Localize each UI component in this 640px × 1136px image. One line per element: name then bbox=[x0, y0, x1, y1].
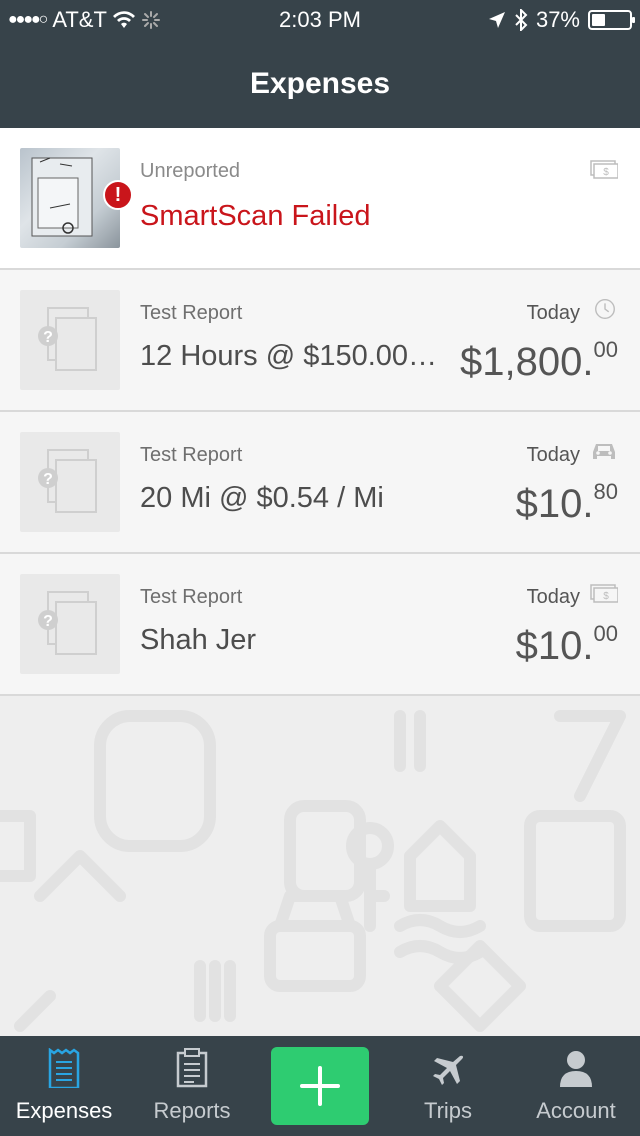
no-receipt-placeholder: ? bbox=[20, 574, 120, 674]
expense-row-hours[interactable]: ? Test Report 12 Hours @ $150.00… Today … bbox=[0, 270, 640, 412]
add-expense-area bbox=[256, 1036, 384, 1136]
tab-reports[interactable]: Reports bbox=[128, 1036, 256, 1136]
expense-report-label: Test Report bbox=[140, 444, 243, 466]
tab-bar: Expenses Reports Trips Account bbox=[0, 1036, 640, 1136]
svg-text:$: $ bbox=[603, 167, 609, 178]
expense-amount: $1,800.00 bbox=[460, 336, 618, 384]
no-receipt-placeholder: ? bbox=[20, 290, 120, 390]
plus-icon bbox=[300, 1066, 340, 1106]
status-bar: ●●●●○ AT&T 2:03 PM 37% bbox=[0, 0, 640, 40]
expense-row-shah-jer[interactable]: ? Test Report Shah Jer Today $ $10.00 bbox=[0, 554, 640, 696]
bluetooth-icon bbox=[515, 9, 528, 31]
cash-icon: $ bbox=[590, 160, 618, 179]
battery-icon bbox=[588, 10, 635, 30]
expense-title: 12 Hours @ $150.00… bbox=[140, 340, 438, 372]
expense-date: Today bbox=[526, 302, 580, 324]
cash-icon: $ bbox=[590, 584, 618, 603]
svg-text:?: ? bbox=[43, 329, 53, 346]
amount-cents: 00 bbox=[593, 336, 618, 362]
receipt-icon bbox=[48, 1048, 80, 1088]
expense-row-smartscan-failed[interactable]: Unreported SmartScan Failed $ bbox=[0, 128, 640, 270]
background-pattern bbox=[0, 710, 626, 1032]
car-icon bbox=[593, 444, 615, 459]
page-title: Expenses bbox=[249, 67, 391, 100]
signal-strength-icon: ●●●●○ bbox=[8, 11, 48, 28]
no-receipt-placeholder: ? bbox=[20, 432, 120, 532]
add-expense-button[interactable] bbox=[271, 1047, 369, 1125]
amount-cents: 00 bbox=[593, 620, 618, 646]
person-icon bbox=[560, 1051, 592, 1087]
report-icon bbox=[176, 1048, 208, 1088]
expense-date: Today bbox=[526, 444, 580, 466]
expense-amount: $10.80 bbox=[515, 478, 618, 526]
tab-trips[interactable]: Trips bbox=[384, 1036, 512, 1136]
tab-expenses[interactable]: Expenses bbox=[0, 1036, 128, 1136]
expense-amount: $10.00 bbox=[515, 620, 618, 668]
expense-list: Unreported SmartScan Failed $ ? Test Rep… bbox=[0, 128, 640, 696]
expense-report-label: Test Report bbox=[140, 302, 243, 324]
expense-title: 20 Mi @ $0.54 / Mi bbox=[140, 482, 384, 514]
wifi-icon bbox=[112, 11, 135, 28]
expense-title: Shah Jer bbox=[140, 624, 257, 656]
expense-report-label: Test Report bbox=[140, 586, 243, 608]
clock-icon bbox=[595, 299, 615, 319]
location-arrow-icon bbox=[488, 12, 505, 28]
error-alert-icon: ! bbox=[103, 180, 133, 210]
expense-row-mileage[interactable]: ? Test Report 20 Mi @ $0.54 / Mi Today $… bbox=[0, 412, 640, 554]
tab-label: Trips bbox=[423, 1098, 473, 1123]
activity-spinner-icon bbox=[141, 11, 160, 29]
expense-date: Today bbox=[526, 586, 580, 608]
svg-text:?: ? bbox=[43, 613, 53, 630]
expense-title: SmartScan Failed bbox=[140, 200, 371, 232]
tab-label: Account bbox=[536, 1098, 616, 1123]
amount-main: $10 bbox=[515, 624, 583, 668]
nav-bar: Expenses bbox=[0, 40, 640, 128]
amount-cents: 80 bbox=[593, 478, 618, 504]
expense-report-label: Unreported bbox=[140, 160, 241, 182]
tab-label: Expenses bbox=[15, 1098, 113, 1123]
tab-account[interactable]: Account bbox=[512, 1036, 640, 1136]
battery-percent: 37% bbox=[535, 7, 580, 32]
amount-main: $10 bbox=[515, 482, 583, 526]
amount-main: $1,800 bbox=[460, 340, 583, 384]
tab-label: Reports bbox=[153, 1098, 231, 1123]
carrier-label: AT&T bbox=[52, 7, 107, 32]
svg-text:$: $ bbox=[603, 591, 609, 602]
svg-text:?: ? bbox=[43, 471, 53, 488]
plane-icon bbox=[433, 1055, 464, 1085]
